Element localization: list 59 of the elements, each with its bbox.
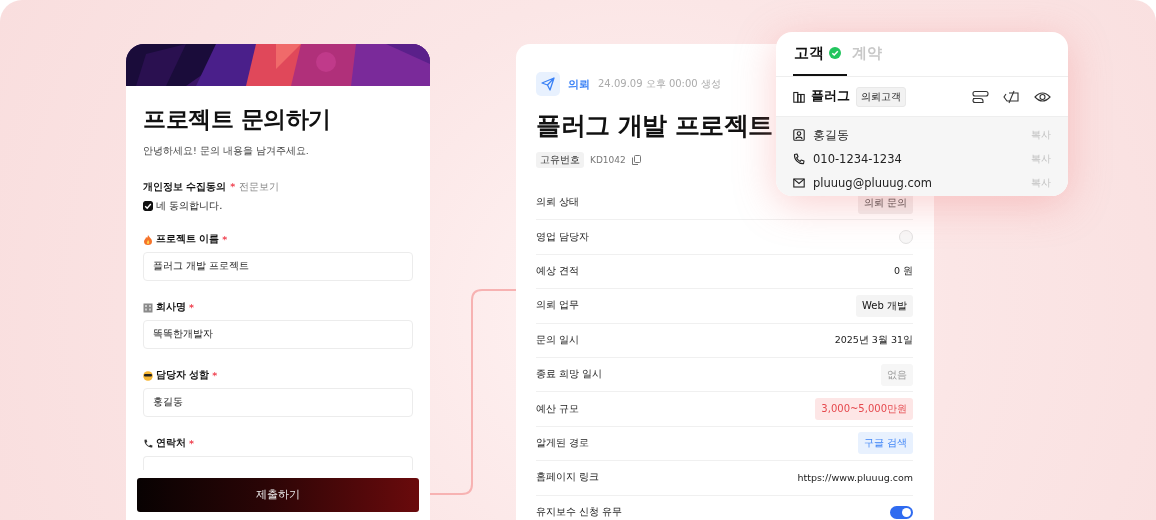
eye-icon[interactable]: [1034, 89, 1051, 104]
customer-type-tag: 의뢰고객: [856, 86, 906, 107]
checkbox-label: 네 동의합니다.: [156, 199, 223, 213]
required-mark: *: [230, 181, 236, 192]
form-title: 프로젝트 문의하기: [143, 105, 332, 134]
field-value: https://www.pluuug.com: [797, 472, 913, 484]
paper-plane-icon: [536, 72, 560, 96]
phone-icon: [793, 153, 805, 165]
field-label: 개인정보 수집동의: [143, 181, 227, 194]
field-value: 2025년 3월 31일: [834, 333, 913, 347]
mail-icon: [793, 177, 805, 189]
company-name: 플러그: [811, 88, 850, 105]
view-terms-link[interactable]: 전문보기: [239, 180, 280, 194]
form-subtitle: 안녕하세요! 문의 내용을 남겨주세요.: [143, 145, 310, 158]
field-label: 영업 담당자: [536, 230, 590, 244]
field-label: 회사명: [156, 301, 186, 314]
status-tag: 없음: [881, 363, 913, 386]
submit-button[interactable]: 제출하기: [137, 478, 419, 512]
field-label: 예산 규모: [536, 402, 580, 416]
checkbox[interactable]: [143, 201, 153, 211]
sunglasses-icon: [143, 370, 153, 381]
required-mark: *: [212, 370, 218, 381]
field-label: 프로젝트 이름: [156, 233, 220, 246]
request-title: 플러그 개발 프로젝트: [536, 110, 773, 142]
fire-icon: [143, 234, 153, 245]
building-icon: [793, 90, 805, 103]
copy-icon[interactable]: [631, 155, 641, 165]
status-tag: Web 개발: [856, 294, 913, 317]
contact-value: 홍길동: [813, 127, 850, 143]
required-mark: *: [189, 438, 194, 449]
tab[interactable]: 고객: [793, 32, 847, 76]
field-label: 의뢰 상태: [536, 196, 580, 210]
phone-icon: [143, 438, 153, 449]
field-label: 예상 견적: [536, 264, 580, 278]
building-icon: [143, 302, 153, 313]
field-label: 종료 희망 일시: [536, 368, 603, 382]
field-label: 의뢰 업무: [536, 299, 580, 313]
required-mark: *: [189, 302, 194, 313]
field-label: 문의 일시: [536, 333, 580, 347]
input-field[interactable]: 똑똑한개발자: [143, 320, 413, 349]
category-label: 의뢰: [568, 76, 590, 92]
field-value: 0 원: [893, 264, 913, 278]
contact-value: pluuug@pluuug.com: [813, 176, 934, 190]
field-label: 유지보수 신청 유무: [536, 505, 623, 519]
status-tag: 3,000~5,000만원: [815, 398, 913, 421]
field-label: 홈페이지 링크: [536, 471, 600, 485]
id-label: 고유번호: [536, 152, 584, 168]
person-icon: [793, 129, 805, 141]
field-label: 알게된 경로: [536, 436, 590, 450]
id-value: KD1042: [590, 155, 626, 165]
contact-value: 010-1234-1234: [813, 152, 903, 166]
created-date: 24.09.09 오후 00:00 생성: [598, 77, 721, 91]
field-label: 담당자 성함: [156, 369, 210, 382]
required-mark: *: [222, 234, 228, 245]
field-label: 연락처: [156, 437, 186, 450]
toggle-switch[interactable]: [890, 505, 913, 519]
input-field[interactable]: 홍길동: [143, 388, 413, 417]
input-field[interactable]: 플러그 개발 프로젝트: [143, 252, 413, 281]
status-tag: 구글 검색: [857, 432, 913, 455]
